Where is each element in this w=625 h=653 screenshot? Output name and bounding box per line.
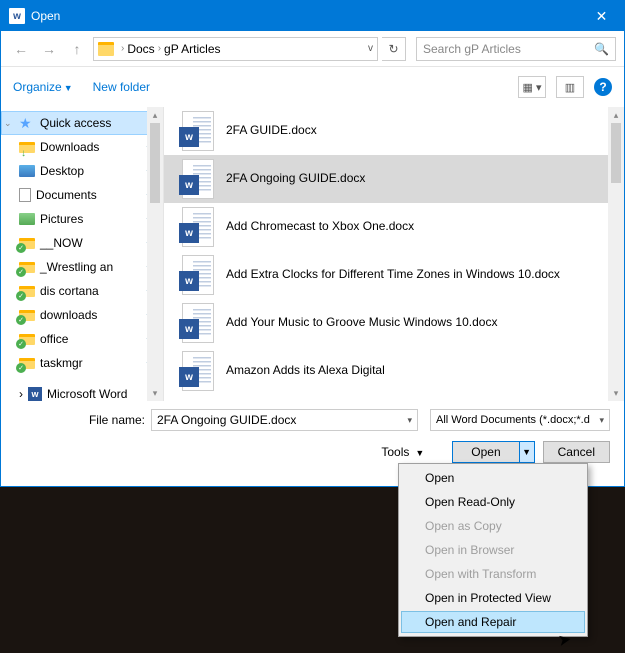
word-app-icon: w (9, 8, 25, 24)
file-item[interactable]: wAdd Your Music to Groove Music Windows … (164, 299, 624, 347)
word-doc-icon: w (182, 159, 214, 199)
file-list: w2FA GUIDE.docx w2FA Ongoing GUIDE.docx … (164, 107, 624, 401)
word-doc-icon: w (182, 351, 214, 391)
file-item[interactable]: wAmazon Adds its Alexa Digital (164, 347, 624, 395)
sidebar-quick-access[interactable]: ⌄ ★ Quick access (1, 111, 163, 135)
preview-pane-button[interactable]: ▥ (556, 76, 584, 98)
dialog-footer: File name: 2FA Ongoing GUIDE.docx▾ All W… (1, 401, 624, 471)
window-title: Open (31, 9, 579, 23)
sidebar-word[interactable]: ›wMicrosoft Word (1, 383, 163, 401)
sidebar: ⌄ ★ Quick access Downloads📌 Desktop📌 Doc… (1, 107, 164, 401)
file-item[interactable]: w2FA GUIDE.docx (164, 107, 624, 155)
chevron-right-icon[interactable]: › (19, 387, 23, 401)
pictures-icon (19, 213, 35, 225)
word-icon: w (28, 387, 42, 401)
open-dropdown-menu: Open Open Read-Only Open as Copy Open in… (398, 463, 588, 637)
chevron-down-icon[interactable]: ⌄ (4, 118, 12, 129)
help-button[interactable]: ? (594, 78, 612, 96)
titlebar[interactable]: w Open ✕ (1, 1, 624, 31)
tools-menu[interactable]: Tools▼ (381, 445, 424, 459)
nav-row: ← → ↑ › Docs › gP Articles v ↻ Search gP… (1, 31, 624, 67)
menu-open-transform: Open with Transform (401, 562, 585, 586)
filename-label: File name: (15, 413, 145, 427)
sidebar-item-documents[interactable]: Documents📌 (1, 183, 163, 207)
new-folder-button[interactable]: New folder (93, 80, 150, 94)
open-dialog: w Open ✕ ← → ↑ › Docs › gP Articles v ↻ … (0, 0, 625, 487)
desktop-icon (19, 165, 35, 177)
folder-icon (19, 286, 35, 297)
crumb-articles[interactable]: gP Articles (164, 42, 220, 56)
filename-input[interactable]: 2FA Ongoing GUIDE.docx▾ (151, 409, 418, 431)
folder-icon (19, 334, 35, 345)
downloads-icon (19, 142, 35, 153)
sidebar-scrollbar[interactable]: ▴▾ (147, 107, 163, 401)
file-item[interactable]: wAdd Chromecast to Xbox One.docx (164, 203, 624, 251)
word-doc-icon: w (182, 111, 214, 151)
word-doc-icon: w (182, 255, 214, 295)
sidebar-item-office[interactable]: office📌 (1, 327, 163, 351)
chevron-right-icon: › (158, 43, 161, 54)
word-doc-icon: w (182, 207, 214, 247)
chevron-down-icon[interactable]: v (368, 43, 373, 54)
file-type-filter[interactable]: All Word Documents (*.docx;*.d▾ (430, 409, 610, 431)
breadcrumb[interactable]: › Docs › gP Articles v (93, 37, 378, 61)
chevron-down-icon: ▾ (407, 415, 412, 426)
menu-open-readonly[interactable]: Open Read-Only (401, 490, 585, 514)
filelist-scrollbar[interactable]: ▴▾ (608, 107, 624, 401)
sidebar-item-cortana[interactable]: dis cortana📌 (1, 279, 163, 303)
open-dropdown-arrow[interactable]: ▼ (519, 441, 535, 463)
open-button[interactable]: Open ▼ (452, 441, 534, 463)
folder-icon (19, 262, 35, 273)
search-icon[interactable]: 🔍 (594, 42, 609, 56)
star-icon: ★ (19, 116, 35, 130)
folder-icon (19, 238, 35, 249)
search-placeholder: Search gP Articles (423, 42, 521, 56)
documents-icon (19, 188, 31, 202)
word-doc-icon: w (182, 303, 214, 343)
up-button[interactable]: ↑ (65, 37, 89, 61)
menu-open-copy: Open as Copy (401, 514, 585, 538)
crumb-docs[interactable]: Docs (127, 42, 154, 56)
menu-open[interactable]: Open (401, 466, 585, 490)
cancel-button[interactable]: Cancel (543, 441, 610, 463)
toolbar: Organize▼ New folder ▦ ▾ ▥ ? (1, 67, 624, 107)
folder-icon (19, 310, 35, 321)
search-input[interactable]: Search gP Articles 🔍 (416, 37, 616, 61)
sidebar-item-downloads[interactable]: Downloads📌 (1, 135, 163, 159)
chevron-down-icon: ▾ (599, 415, 604, 426)
menu-open-repair[interactable]: Open and Repair (401, 611, 585, 633)
sidebar-item-desktop[interactable]: Desktop📌 (1, 159, 163, 183)
sidebar-item-wrestling[interactable]: _Wrestling an📌 (1, 255, 163, 279)
refresh-button[interactable]: ↻ (382, 37, 406, 61)
sidebar-item-taskmgr[interactable]: taskmgr📌 (1, 351, 163, 375)
close-button[interactable]: ✕ (579, 1, 624, 31)
menu-open-browser: Open in Browser (401, 538, 585, 562)
menu-open-protected[interactable]: Open in Protected View (401, 586, 585, 610)
sidebar-item-pictures[interactable]: Pictures📌 (1, 207, 163, 231)
file-item[interactable]: w2FA Ongoing GUIDE.docx (164, 155, 624, 203)
sidebar-item-now[interactable]: __NOW📌 (1, 231, 163, 255)
chevron-right-icon: › (121, 43, 124, 54)
view-options-button[interactable]: ▦ ▾ (518, 76, 546, 98)
file-item[interactable]: wAdd Extra Clocks for Different Time Zon… (164, 251, 624, 299)
dialog-body: ⌄ ★ Quick access Downloads📌 Desktop📌 Doc… (1, 107, 624, 401)
folder-icon (98, 42, 114, 56)
organize-menu[interactable]: Organize▼ (13, 80, 73, 94)
folder-icon (19, 358, 35, 369)
sidebar-item-downloads2[interactable]: downloads📌 (1, 303, 163, 327)
forward-button: → (37, 37, 61, 61)
back-button[interactable]: ← (9, 37, 33, 61)
